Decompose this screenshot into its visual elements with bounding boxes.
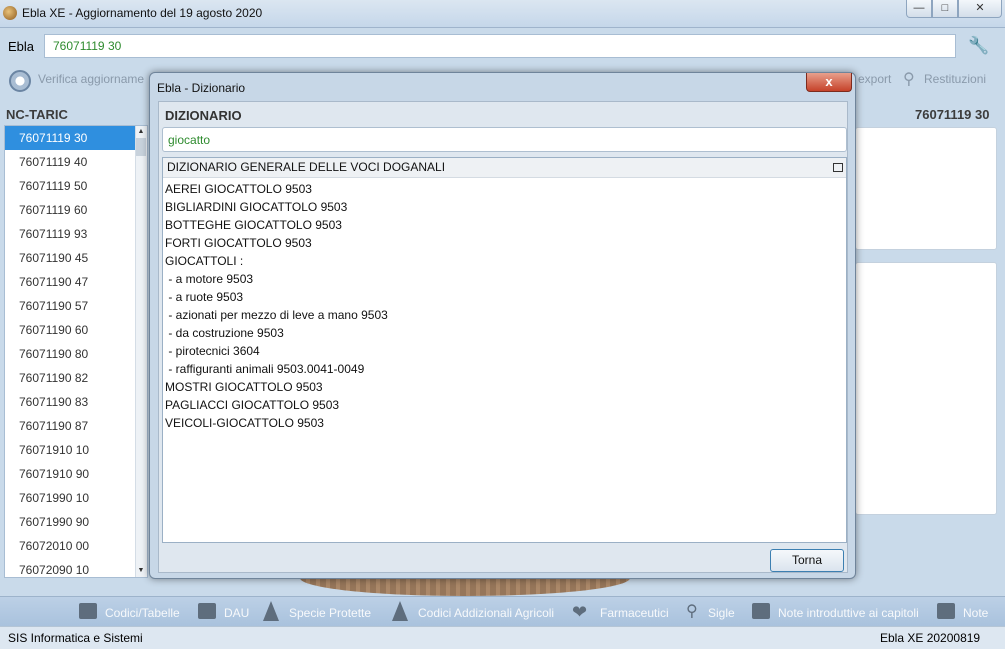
dictionary-entry[interactable]: GIOCATTOLI : <box>165 252 844 270</box>
list-header-label: DIZIONARIO GENERALE DELLE VOCI DOGANALI <box>167 160 446 174</box>
code-list-item[interactable]: 76071190 87 <box>5 414 135 438</box>
code-list-item[interactable]: 76071910 90 <box>5 462 135 486</box>
dictionary-entry[interactable]: - a ruote 9503 <box>165 288 844 306</box>
maximize-button[interactable]: □ <box>932 0 958 18</box>
status-version: Ebla XE 20200819 <box>880 631 981 645</box>
dialog-title: Ebla - Dizionario <box>157 81 246 95</box>
code-list-item[interactable]: 76071190 80 <box>5 342 135 366</box>
dialog-body: DIZIONARIO giocatto DIZIONARIO GENERALE … <box>158 101 848 573</box>
dictionary-entry[interactable]: - pirotecnici 3604 <box>165 342 844 360</box>
code-list-item[interactable]: 76071990 90 <box>5 510 135 534</box>
tree-icon <box>263 601 279 621</box>
farmaceutici-button[interactable]: Farmaceutici <box>600 606 669 620</box>
selected-code-heading: 76071119 30 <box>915 107 990 122</box>
code-list-item[interactable]: 76071119 40 <box>5 150 135 174</box>
code-list-item[interactable]: 76071190 83 <box>5 390 135 414</box>
key-icon: ⚲ <box>903 71 915 88</box>
detail-panel-top <box>855 127 997 250</box>
dictionary-list[interactable]: DIZIONARIO GENERALE DELLE VOCI DOGANALI … <box>162 157 847 543</box>
dictionary-entry[interactable]: AEREI GIOCATTOLO 9503 <box>165 180 844 198</box>
codici-agricoli-button[interactable]: Codici Addizionali Agricoli <box>418 606 554 620</box>
dictionary-entry[interactable]: FORTI GIOCATTOLO 9503 <box>165 234 844 252</box>
sigle-button[interactable]: Sigle <box>708 606 735 620</box>
window-title: Ebla XE - Aggiornamento del 19 agosto 20… <box>22 6 263 20</box>
note-introduttive-button[interactable]: Note introduttive ai capitoli <box>778 606 919 620</box>
code-list-item[interactable]: 76071910 10 <box>5 438 135 462</box>
restituzioni-button[interactable]: Restituzioni <box>924 72 986 86</box>
heart-icon: ❤ <box>572 602 588 622</box>
nc-taric-heading: NC-TARIC <box>6 107 68 122</box>
dictionary-entry[interactable]: MOSTRI GIOCATTOLO 9503 <box>165 378 844 396</box>
code-input[interactable]: 76071119 30 <box>44 34 956 58</box>
code-list-item[interactable]: 76072090 10 <box>5 558 135 577</box>
codici-tabelle-button[interactable]: Codici/Tabelle <box>105 606 180 620</box>
tree-icon <box>392 601 408 621</box>
note-button[interactable]: Note <box>963 606 988 620</box>
specie-protette-button[interactable]: Specie Protette <box>289 606 371 620</box>
code-list-item[interactable]: 76071190 60 <box>5 318 135 342</box>
verify-updates-button[interactable]: Verifica aggiorname <box>38 72 144 86</box>
detail-panel-bottom <box>855 262 997 515</box>
dictionary-entry[interactable]: - azionati per mezzo di leve a mano 9503 <box>165 306 844 324</box>
ebla-label: Ebla <box>8 39 35 54</box>
status-bar: SIS Informatica e Sistemi Ebla XE 202008… <box>0 626 1005 649</box>
dictionary-entry[interactable]: BIGLIARDINI GIOCATTOLO 9503 <box>165 198 844 216</box>
code-list-item[interactable]: 76071119 30 <box>5 126 135 150</box>
status-company: SIS Informatica e Sistemi <box>8 631 143 645</box>
dau-button[interactable]: DAU <box>224 606 249 620</box>
dictionary-dialog: Ebla - Dizionario x DIZIONARIO giocatto … <box>149 72 856 579</box>
list-scrollbar[interactable]: ▲ ▼ <box>135 126 147 577</box>
scroll-up-arrow[interactable]: ▲ <box>135 126 147 138</box>
dictionary-list-header: DIZIONARIO GENERALE DELLE VOCI DOGANALI <box>163 158 846 178</box>
dictionary-entry[interactable]: BOTTEGHE GIOCATTOLO 9503 <box>165 216 844 234</box>
code-list-item[interactable]: 76071190 47 <box>5 270 135 294</box>
dictionary-entry[interactable]: - a motore 9503 <box>165 270 844 288</box>
expand-icon[interactable] <box>833 163 843 172</box>
code-list-item[interactable]: 76071119 93 <box>5 222 135 246</box>
dictionary-heading: DIZIONARIO <box>165 108 242 123</box>
dictionary-entry[interactable]: VEICOLI-GIOCATTOLO 9503 <box>165 414 844 432</box>
refresh-icon[interactable] <box>9 70 31 92</box>
code-list-item[interactable]: 76071119 50 <box>5 174 135 198</box>
ebla-bar: Ebla 76071119 30 🔧 <box>0 28 1005 64</box>
minimize-button[interactable]: — <box>906 0 932 18</box>
archive-icon <box>198 603 216 619</box>
code-list-item[interactable]: 76071119 60 <box>5 198 135 222</box>
code-list-item[interactable]: 76072010 00 <box>5 534 135 558</box>
bottom-toolbar: Codici/Tabelle DAU Specie Protette Codic… <box>0 596 1005 626</box>
wrench-icon[interactable]: 🔧 <box>968 37 989 55</box>
torna-button[interactable]: Torna <box>770 549 844 572</box>
code-list-item[interactable]: 76071190 45 <box>5 246 135 270</box>
dialog-close-button[interactable]: x <box>806 73 852 92</box>
app-icon <box>3 6 17 20</box>
scroll-down-arrow[interactable]: ▼ <box>135 565 147 577</box>
dictionary-entry[interactable]: PAGLIACCI GIOCATTOLO 9503 <box>165 396 844 414</box>
code-list-item[interactable]: 76071190 82 <box>5 366 135 390</box>
archive-icon <box>937 603 955 619</box>
title-bar: Ebla XE - Aggiornamento del 19 agosto 20… <box>0 0 1005 28</box>
code-list-item[interactable]: 76071990 10 <box>5 486 135 510</box>
dictionary-entry[interactable]: - raffiguranti animali 9503.0041-0049 <box>165 360 844 378</box>
export-button[interactable]: export <box>858 72 891 86</box>
scroll-thumb[interactable] <box>136 138 146 156</box>
window-close-button[interactable]: ✕ <box>958 0 1002 18</box>
archive-icon <box>79 603 97 619</box>
code-list-item[interactable]: 76071190 57 <box>5 294 135 318</box>
dictionary-entry[interactable]: - da costruzione 9503 <box>165 324 844 342</box>
dictionary-search-input[interactable]: giocatto <box>162 127 847 152</box>
key-icon: ⚲ <box>686 603 698 620</box>
archive-icon <box>752 603 770 619</box>
code-list[interactable]: 76071119 30 76071119 40 76071119 50 7607111… <box>4 125 148 578</box>
